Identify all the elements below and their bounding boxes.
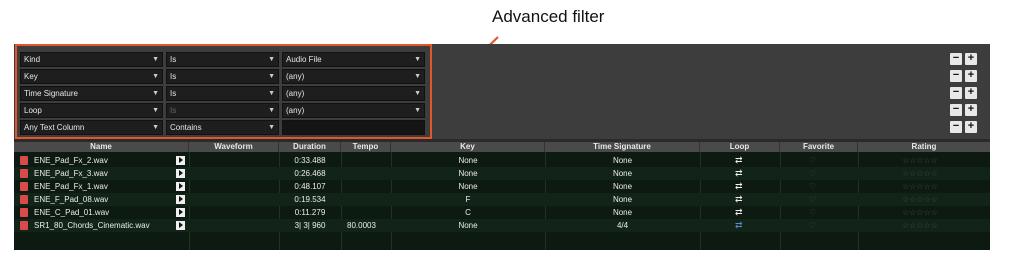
- table-header: Name Waveform Duration Tempo Key Time Si…: [14, 142, 990, 152]
- key-cell: None: [458, 169, 478, 178]
- rating-stars-icon[interactable]: ☆☆☆☆☆: [902, 167, 938, 180]
- duration-cell: 0:48.107: [294, 182, 326, 191]
- filter-row-buttons: − +: [950, 70, 978, 82]
- remove-filter-button[interactable]: −: [950, 104, 962, 116]
- loop-icon[interactable]: ⇄: [735, 181, 743, 192]
- column-header-duration[interactable]: Duration: [279, 142, 341, 152]
- duration-cell: 3| 3| 960: [294, 221, 326, 230]
- favorite-heart-icon[interactable]: ♡: [809, 154, 816, 167]
- advanced-filter-area: Kind ▼ Is ▼ Audio File ▼ − + Key ▼ Is ▼ (any) ▼ − + Time…: [14, 44, 990, 139]
- file-name: SR1_80_Chords_Cinematic.wav: [34, 221, 150, 230]
- play-preview-icon[interactable]: [176, 182, 185, 191]
- duration-cell: 0:11.279: [294, 208, 326, 217]
- browser-panel: Kind ▼ Is ▼ Audio File ▼ − + Key ▼ Is ▼ (any) ▼ − + Time…: [14, 44, 990, 250]
- file-name: ENE_Pad_Fx_3.wav: [34, 169, 108, 178]
- play-preview-icon[interactable]: [176, 208, 185, 217]
- favorite-heart-icon[interactable]: ♡: [809, 206, 816, 219]
- tempo-cell: [347, 206, 391, 219]
- key-cell: F: [465, 195, 471, 204]
- favorite-heart-icon[interactable]: ♡: [809, 180, 816, 193]
- time-signature-cell: None: [612, 182, 633, 191]
- column-header-name[interactable]: Name: [14, 142, 189, 152]
- time-signature-cell: None: [612, 195, 633, 204]
- duration-cell: 0:33.488: [294, 156, 326, 165]
- column-header-tempo[interactable]: Tempo: [341, 142, 391, 152]
- rating-stars-icon[interactable]: ☆☆☆☆☆: [902, 206, 938, 219]
- tempo-cell: [347, 154, 391, 167]
- remove-filter-button[interactable]: −: [950, 53, 962, 65]
- remove-filter-button[interactable]: −: [950, 87, 962, 99]
- rating-stars-icon[interactable]: ☆☆☆☆☆: [902, 180, 938, 193]
- advanced-filter-annotation: Advanced filter: [492, 7, 605, 26]
- remove-filter-button[interactable]: −: [950, 121, 962, 133]
- play-preview-icon[interactable]: [176, 221, 185, 230]
- audio-file-icon: [20, 156, 28, 165]
- file-name: ENE_C_Pad_01.wav: [34, 208, 110, 217]
- column-header-loop[interactable]: Loop: [700, 142, 780, 152]
- filter-row-buttons: − +: [950, 121, 978, 133]
- add-filter-button[interactable]: +: [965, 87, 977, 99]
- filter-row-buttons: − +: [950, 53, 978, 65]
- column-header-favorite[interactable]: Favorite: [780, 142, 858, 152]
- key-cell: None: [458, 156, 478, 165]
- file-list: ENE_Pad_Fx_2.wav 0:33.488 None None ⇄ ♡ ☆☆☆☆☆ E…: [14, 152, 990, 250]
- rating-stars-icon[interactable]: ☆☆☆☆☆: [902, 219, 938, 232]
- tempo-cell: [347, 167, 391, 180]
- file-name: ENE_Pad_Fx_1.wav: [34, 182, 108, 191]
- duration-cell: 0:26.468: [294, 169, 326, 178]
- tempo-cell: [347, 193, 391, 206]
- audio-file-icon: [20, 195, 28, 204]
- favorite-heart-icon[interactable]: ♡: [809, 219, 816, 232]
- tempo-cell: [347, 180, 391, 193]
- add-filter-button[interactable]: +: [965, 104, 977, 116]
- key-cell: None: [458, 221, 478, 230]
- play-preview-icon[interactable]: [176, 156, 185, 165]
- file-name: ENE_Pad_Fx_2.wav: [34, 156, 108, 165]
- table-row[interactable]: ENE_Pad_Fx_3.wav 0:26.468 None None ⇄ ♡ ☆☆☆☆☆: [14, 167, 990, 180]
- time-signature-cell: 4/4: [616, 221, 629, 230]
- audio-file-icon: [20, 169, 28, 178]
- play-preview-icon[interactable]: [176, 195, 185, 204]
- loop-icon[interactable]: ⇄: [735, 194, 743, 205]
- time-signature-cell: None: [612, 169, 633, 178]
- audio-file-icon: [20, 208, 28, 217]
- loop-icon[interactable]: ⇄: [735, 220, 743, 231]
- add-filter-button[interactable]: +: [965, 70, 977, 82]
- audio-file-icon: [20, 182, 28, 191]
- column-header-time-signature[interactable]: Time Signature: [545, 142, 700, 152]
- filter-row-buttons: − +: [950, 104, 978, 116]
- filter-row-buttons: − +: [950, 87, 978, 99]
- advanced-filter-highlight: [15, 44, 432, 139]
- rating-stars-icon[interactable]: ☆☆☆☆☆: [902, 193, 938, 206]
- file-name: ENE_F_Pad_08.wav: [34, 195, 109, 204]
- column-header-key[interactable]: Key: [391, 142, 545, 152]
- key-cell: C: [465, 208, 471, 217]
- add-filter-button[interactable]: +: [965, 121, 977, 133]
- favorite-heart-icon[interactable]: ♡: [809, 167, 816, 180]
- table-row[interactable]: ENE_C_Pad_01.wav 0:11.279 C None ⇄ ♡ ☆☆☆☆☆: [14, 206, 990, 219]
- loop-icon[interactable]: ⇄: [735, 207, 743, 218]
- key-cell: None: [458, 182, 478, 191]
- remove-filter-button[interactable]: −: [950, 70, 962, 82]
- loop-icon[interactable]: ⇄: [735, 168, 743, 179]
- time-signature-cell: None: [612, 208, 633, 217]
- table-row[interactable]: ENE_Pad_Fx_1.wav 0:48.107 None None ⇄ ♡ ☆☆☆☆☆: [14, 180, 990, 193]
- column-header-rating[interactable]: Rating: [858, 142, 990, 152]
- table-row[interactable]: ENE_F_Pad_08.wav 0:19.534 F None ⇄ ♡ ☆☆☆☆☆: [14, 193, 990, 206]
- add-filter-button[interactable]: +: [965, 53, 977, 65]
- table-row[interactable]: ENE_Pad_Fx_2.wav 0:33.488 None None ⇄ ♡ ☆☆☆☆☆: [14, 154, 990, 167]
- tempo-cell: 80.0003: [347, 221, 376, 230]
- column-header-waveform[interactable]: Waveform: [189, 142, 279, 152]
- duration-cell: 0:19.534: [294, 195, 326, 204]
- favorite-heart-icon[interactable]: ♡: [809, 193, 816, 206]
- play-preview-icon[interactable]: [176, 169, 185, 178]
- audio-file-icon: [20, 221, 28, 230]
- loop-icon[interactable]: ⇄: [735, 155, 743, 166]
- rating-stars-icon[interactable]: ☆☆☆☆☆: [902, 154, 938, 167]
- time-signature-cell: None: [612, 156, 633, 165]
- table-row[interactable]: SR1_80_Chords_Cinematic.wav 3| 3| 960 80.0…: [14, 219, 990, 232]
